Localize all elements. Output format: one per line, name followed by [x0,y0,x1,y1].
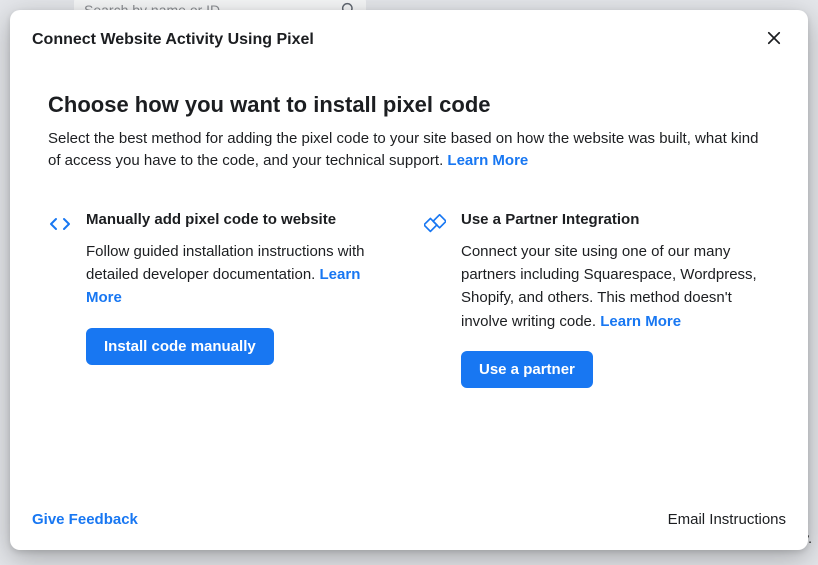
learn-more-link-partner[interactable]: Learn More [600,313,681,330]
option-partner: Use a Partner Integration Connect your s… [423,210,770,388]
modal-header: Connect Website Activity Using Pixel [10,10,808,62]
options-row: Manually add pixel code to website Follo… [48,210,770,388]
modal-title: Connect Website Activity Using Pixel [32,31,314,49]
install-heading: Choose how you want to install pixel cod… [48,92,770,118]
modal-body: Choose how you want to install pixel cod… [10,62,808,511]
option-partner-desc: Connect your site using one of our many … [461,240,770,333]
option-partner-title: Use a Partner Integration [461,210,770,230]
pixel-install-modal: Connect Website Activity Using Pixel Cho… [10,10,808,550]
use-partner-button[interactable]: Use a partner [461,351,593,388]
partner-icon [423,212,447,236]
close-icon [765,29,783,52]
option-manual-title: Manually add pixel code to website [86,210,395,230]
learn-more-link-main[interactable]: Learn More [447,152,528,169]
option-partner-content: Use a Partner Integration Connect your s… [461,210,770,388]
modal-footer: Give Feedback Email Instructions [10,511,808,550]
install-manually-button[interactable]: Install code manually [86,328,274,365]
email-instructions-button[interactable]: Email Instructions [668,511,786,528]
code-icon [48,212,72,236]
option-manual-desc: Follow guided installation instructions … [86,240,395,310]
close-button[interactable] [762,28,786,52]
give-feedback-link[interactable]: Give Feedback [32,511,138,528]
install-subtext: Select the best method for adding the pi… [48,128,770,172]
option-manual-content: Manually add pixel code to website Follo… [86,210,395,365]
option-manual: Manually add pixel code to website Follo… [48,210,395,388]
